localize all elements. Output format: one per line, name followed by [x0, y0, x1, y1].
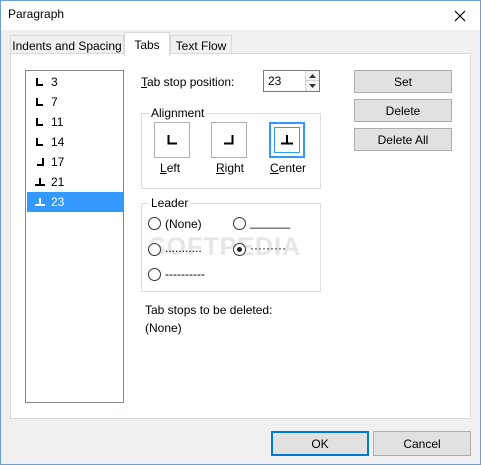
align-center-button[interactable]: [269, 122, 305, 158]
tab-stops-to-delete-value: (None): [145, 321, 182, 335]
leader-underline-radio[interactable]: [233, 217, 246, 230]
list-item[interactable]: 11: [27, 112, 123, 132]
align-left-label: Left: [160, 161, 181, 175]
tab-label: Indents and Spacing: [12, 38, 122, 53]
close-button[interactable]: [440, 1, 480, 30]
delete-all-button[interactable]: Delete All: [354, 128, 452, 151]
alignment-group-label: Alignment: [149, 106, 207, 120]
leader-underline-label: ______: [250, 215, 291, 229]
tab-label: Tabs: [134, 37, 160, 52]
list-item[interactable]: 17: [27, 152, 123, 172]
tab-text-flow[interactable]: Text Flow: [170, 35, 232, 55]
align-center-focus: [274, 127, 300, 153]
ok-button[interactable]: OK: [271, 431, 369, 456]
list-item[interactable]: 14: [27, 132, 123, 152]
left-tab-icon: [33, 118, 47, 126]
list-item[interactable]: 3: [27, 72, 123, 92]
left-tab-icon: [33, 138, 47, 146]
leader-none-label: (None): [165, 217, 202, 231]
leader-dots-radio[interactable]: [148, 243, 161, 256]
tab-label: Text Flow: [175, 38, 227, 53]
align-center-label: Center: [270, 161, 307, 175]
center-tab-icon: [33, 198, 47, 206]
right-tab-icon: [224, 135, 234, 145]
tab-stop-position-label: Tab stop position:: [141, 75, 235, 89]
leader-dots-label: ...........: [165, 241, 202, 255]
cancel-button[interactable]: Cancel: [373, 431, 471, 456]
leader-none-radio[interactable]: [148, 217, 161, 230]
list-item[interactable]: 21: [27, 172, 123, 192]
paragraph-dialog: Paragraph Indents and Spacing Tabs Text …: [0, 0, 481, 465]
tab-stop-position-value: 23: [268, 74, 282, 88]
tab-stop-position-field[interactable]: 23: [263, 70, 320, 92]
tab-stops-to-delete-label: Tab stops to be deleted:: [145, 303, 273, 317]
leader-group-label: Leader: [149, 196, 191, 210]
title-bar: Paragraph: [1, 1, 480, 30]
spin-down-button[interactable]: [306, 81, 319, 91]
tab-indents-and-spacing[interactable]: Indents and Spacing: [10, 35, 124, 55]
spin-up-button[interactable]: [306, 71, 319, 81]
align-right-label: Right: [216, 161, 245, 175]
center-tab-icon: [33, 178, 47, 186]
align-right-button[interactable]: [211, 122, 247, 158]
delete-button[interactable]: Delete: [354, 99, 452, 122]
left-tab-icon: [33, 98, 47, 106]
leader-middle-dots-label: ·········: [250, 241, 286, 255]
close-icon: [454, 10, 466, 21]
list-item[interactable]: 7: [27, 92, 123, 112]
set-button[interactable]: Set: [354, 70, 452, 93]
right-tab-icon: [33, 158, 47, 166]
leader-middle-dots-radio[interactable]: [233, 243, 246, 256]
window-title: Paragraph: [8, 7, 65, 21]
leader-dashes-radio[interactable]: [148, 268, 161, 281]
spin-buttons: [305, 71, 319, 91]
chevron-up-icon: [309, 73, 316, 78]
tab-stops-list[interactable]: 3 7 11 14 17 21 23: [25, 70, 124, 403]
center-tab-icon: [281, 135, 293, 145]
left-tab-icon: [33, 78, 47, 86]
list-item-selected[interactable]: 23: [27, 192, 123, 212]
leader-dashes-label: ----------: [165, 267, 205, 281]
left-tab-icon: [167, 135, 177, 145]
align-left-button[interactable]: [154, 122, 190, 158]
chevron-down-icon: [309, 84, 316, 88]
tab-tabs[interactable]: Tabs: [124, 32, 170, 56]
